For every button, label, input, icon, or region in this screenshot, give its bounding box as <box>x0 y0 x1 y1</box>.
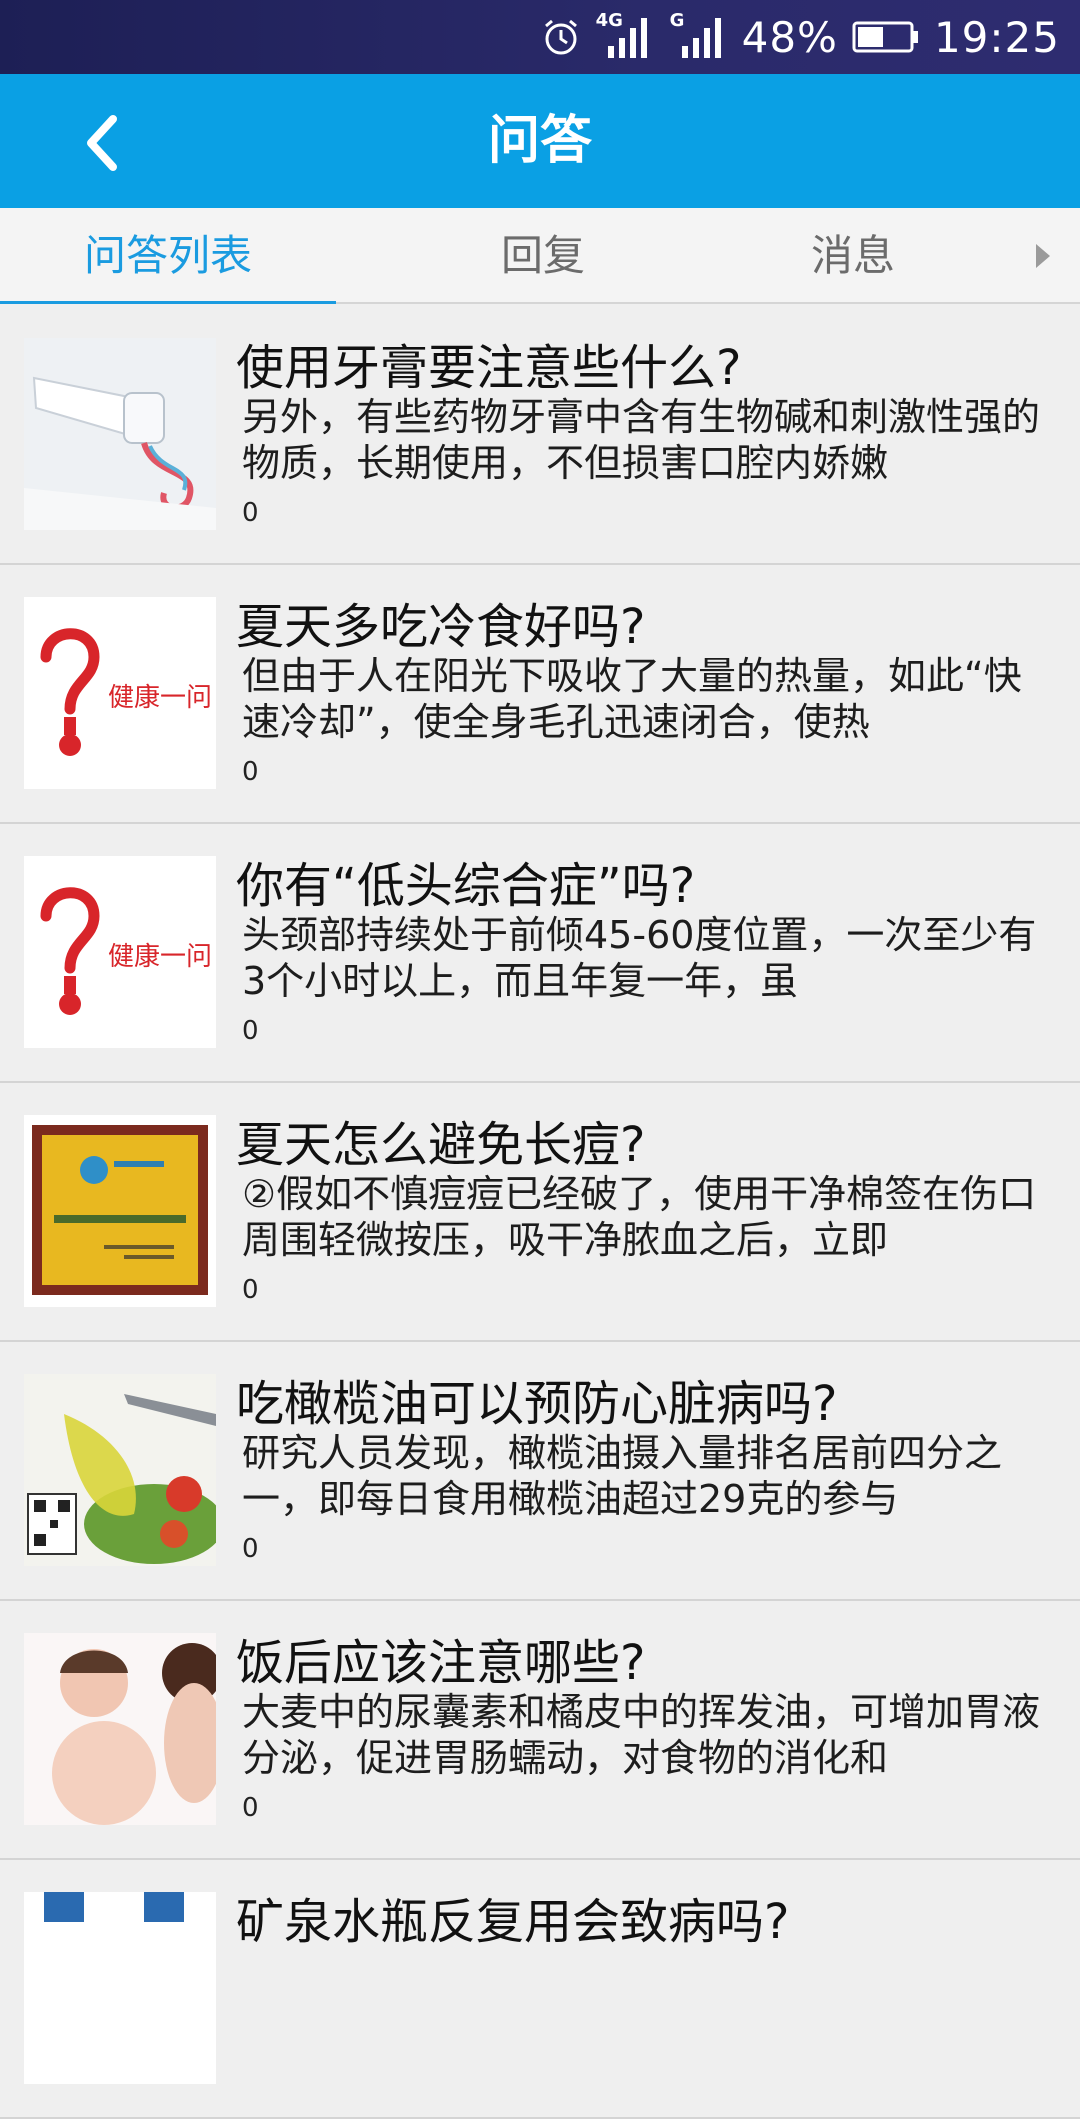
item-title: 矿泉水瓶反复用会致病吗? <box>236 1894 790 1950</box>
tab-replies[interactable]: 回复 <box>390 208 696 304</box>
item-title: 吃橄榄油可以预防心脏病吗? <box>236 1376 838 1432</box>
mother-baby-image <box>24 1633 216 1825</box>
item-summary: ②假如不慎痘痘已经破了，使用干净棉签在伤口周围轻微按压，吸干净脓血之后，立即 <box>242 1172 1037 1262</box>
item-summary: 但由于人在阳光下吸收了大量的热量，如此“快速冷却”，使全身毛孔迅速闭合，使热 <box>242 654 1022 744</box>
item-summary: 研究人员发现，橄榄油摄入量排名居前四分之一，即每日食用橄榄油超过29克的参与 <box>242 1431 1003 1521</box>
status-bar: 4G G 48% 19:25 <box>0 0 1080 74</box>
thumb-caption: 健康一问 <box>108 942 213 972</box>
item-title: 饭后应该注意哪些? <box>236 1635 646 1691</box>
list-item[interactable]: 健康一问 你有“低头综合症”吗? 头颈部持续处于前倾45-60度位置，一次至少有… <box>0 824 1080 1083</box>
qa-list: 使用牙膏要注意些什么? 另外，有些药物牙膏中含有生物碱和刺激性强的物质，长期使用… <box>0 306 1080 2119</box>
item-summary: 大麦中的尿囊素和橘皮中的挥发油，可增加胃液分泌，促进胃肠蠕动，对食物的消化和 <box>242 1690 1041 1780</box>
item-summary: 另外，有些药物牙膏中含有生物碱和刺激性强的物质，长期使用，不但损害口腔内娇嫩 <box>242 395 1041 485</box>
battery-icon <box>852 21 918 53</box>
signal-4g-indicator: 4G <box>594 10 654 62</box>
tab-scroll-right-icon[interactable] <box>1032 242 1054 270</box>
item-reply-count: 0 <box>242 1534 259 1564</box>
back-arrow-icon <box>87 115 117 171</box>
item-title: 你有“低头综合症”吗? <box>236 858 696 914</box>
app-header: 问答 <box>0 74 1080 208</box>
tab-bar: 问答列表 回复 消息 <box>0 208 1080 304</box>
back-button[interactable] <box>66 108 136 178</box>
item-title: 使用牙膏要注意些什么? <box>236 340 742 396</box>
active-tab-indicator <box>0 301 336 304</box>
certificate-plaque-image <box>24 1115 216 1307</box>
toothpaste-image <box>24 338 216 530</box>
water-bottle-image <box>24 1892 216 2084</box>
thumb-caption: 健康一问 <box>108 683 213 713</box>
item-reply-count: 0 <box>242 498 259 528</box>
item-reply-count: 0 <box>242 1275 259 1305</box>
item-reply-count: 0 <box>242 1016 259 1046</box>
list-item[interactable]: 健康一问 夏天多吃冷食好吗? 但由于人在阳光下吸收了大量的热量，如此“快速冷却”… <box>0 565 1080 824</box>
page-title: 问答 <box>487 111 592 171</box>
clock-time: 19:25 <box>933 12 1060 62</box>
list-item[interactable]: 夏天怎么避免长痘? ②假如不慎痘痘已经破了，使用干净棉签在伤口周围轻微按压，吸干… <box>0 1083 1080 1342</box>
tab-qa-list[interactable]: 问答列表 <box>0 208 336 304</box>
item-reply-count: 0 <box>242 1793 259 1823</box>
olive-oil-image <box>24 1374 216 1566</box>
list-item[interactable]: 矿泉水瓶反复用会致病吗? <box>0 1860 1080 2119</box>
health-question-image: 健康一问 <box>24 856 216 1048</box>
battery-percent: 48% <box>741 12 838 62</box>
list-item[interactable]: 使用牙膏要注意些什么? 另外，有些药物牙膏中含有生物碱和刺激性强的物质，长期使用… <box>0 306 1080 565</box>
list-item[interactable]: 吃橄榄油可以预防心脏病吗? 研究人员发现，橄榄油摄入量排名居前四分之一，即每日食… <box>0 1342 1080 1601</box>
item-title: 夏天怎么避免长痘? <box>236 1117 646 1173</box>
item-title: 夏天多吃冷食好吗? <box>236 599 646 655</box>
item-summary: 头颈部持续处于前倾45-60度位置，一次至少有3个小时以上，而且年复一年，虽 <box>242 913 1037 1003</box>
list-item[interactable]: 饭后应该注意哪些? 大麦中的尿囊素和橘皮中的挥发油，可增加胃液分泌，促进胃肠蠕动… <box>0 1601 1080 1860</box>
item-reply-count: 0 <box>242 757 259 787</box>
signal-bars-icon <box>681 18 721 58</box>
signal-g-indicator: G <box>668 10 728 62</box>
signal-bars-icon <box>607 18 647 58</box>
tab-messages[interactable]: 消息 <box>700 208 1006 304</box>
health-question-image: 健康一问 <box>24 597 216 789</box>
alarm-icon <box>544 19 577 55</box>
